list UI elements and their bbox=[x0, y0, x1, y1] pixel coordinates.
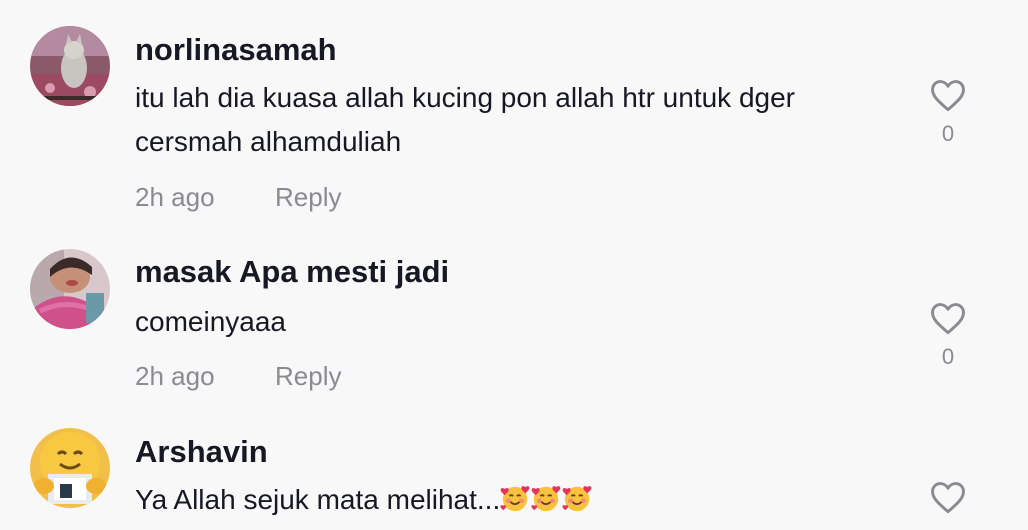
reply-button[interactable]: Reply bbox=[275, 180, 341, 214]
like-control: 0 bbox=[928, 78, 968, 146]
hugging-emoji-avatar-icon bbox=[30, 428, 110, 508]
avatar[interactable] bbox=[30, 249, 110, 329]
emoji-group bbox=[500, 484, 593, 515]
avatar[interactable] bbox=[30, 26, 110, 106]
person-photo-avatar-icon bbox=[30, 249, 110, 329]
heart-outline-icon[interactable] bbox=[929, 301, 967, 335]
like-count: 0 bbox=[941, 121, 955, 146]
cat-photo-avatar-icon bbox=[30, 26, 110, 106]
heart-outline-icon[interactable] bbox=[929, 78, 967, 112]
like-count: 0 bbox=[941, 344, 955, 369]
comment-timestamp: 2h ago bbox=[135, 361, 215, 391]
comment-text: comeinyaaa bbox=[135, 306, 286, 337]
heart-outline-icon[interactable] bbox=[929, 480, 967, 514]
comment-text: itu lah dia kuasa allah kucing pon allah… bbox=[135, 82, 795, 157]
smiling-face-with-hearts-icon bbox=[531, 486, 561, 512]
reply-button[interactable]: Reply bbox=[275, 359, 341, 393]
smiling-face-with-hearts-icon bbox=[500, 486, 530, 512]
username[interactable]: norlinasamah bbox=[135, 30, 337, 70]
smiling-face-with-hearts-icon bbox=[562, 486, 592, 512]
username[interactable]: masak Apa mesti jadi bbox=[135, 252, 449, 292]
comment-timestamp: 2h ago bbox=[135, 182, 215, 212]
comment-meta: 2h ago Reply bbox=[135, 359, 341, 393]
username[interactable]: Arshavin bbox=[135, 432, 268, 472]
like-control bbox=[928, 480, 968, 514]
avatar[interactable] bbox=[30, 428, 110, 508]
like-control: 0 bbox=[928, 301, 968, 369]
comment-meta: 2h ago Reply bbox=[135, 180, 341, 214]
comment-text: Ya Allah sejuk mata melihat... bbox=[135, 478, 905, 522]
comment-text-content: Ya Allah sejuk mata melihat... bbox=[135, 484, 501, 515]
